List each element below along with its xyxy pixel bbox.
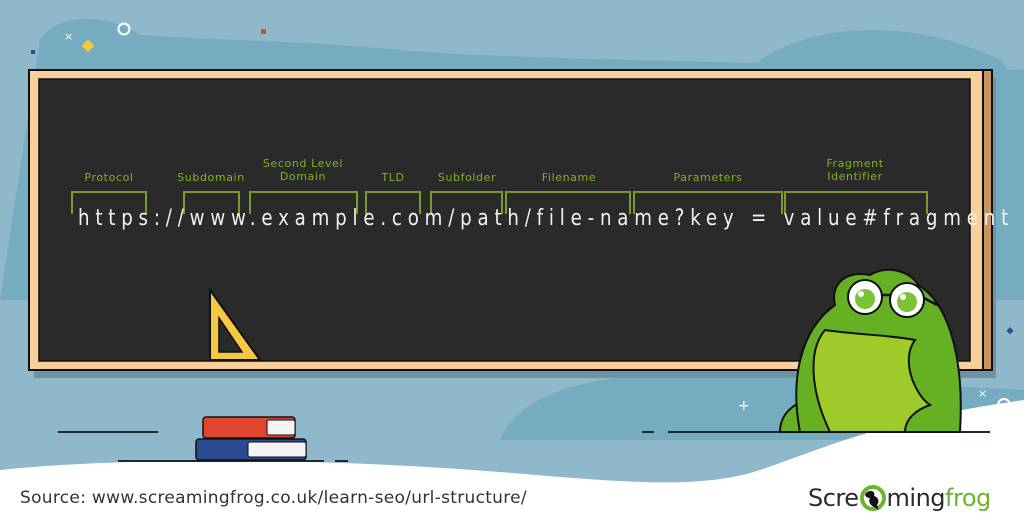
- deco-x-icon: ×: [978, 387, 987, 400]
- screaming-frog-logo: Scre ming frog: [808, 484, 991, 512]
- label-parameters: Parameters: [673, 171, 743, 184]
- label-subdomain: Subdomain: [177, 171, 245, 184]
- deco-square-blue: [31, 50, 35, 54]
- label-subfolder: Subfolder: [437, 171, 497, 184]
- logo-text-right: frog: [945, 484, 991, 512]
- label-fragment-identifier: Fragment Identifier: [826, 157, 884, 183]
- example-url: https://www.example.com/path/file-name?k…: [78, 206, 1015, 231]
- logo-text-mid: ming: [886, 484, 946, 512]
- label-protocol: Protocol: [84, 171, 134, 184]
- label-filename: Filename: [541, 171, 597, 184]
- label-second-level-domain: Second Level Domain: [262, 157, 344, 183]
- deco-x-icon: ×: [64, 30, 73, 43]
- deco-square-red: [261, 29, 266, 34]
- scene-background: × × +: [0, 18, 1024, 529]
- source-caption: Source: www.screamingfrog.co.uk/learn-se…: [20, 488, 527, 508]
- frog-logo-icon: [859, 485, 886, 511]
- deco-diamond-blue: [1006, 327, 1014, 335]
- deco-plus-icon: +: [738, 398, 750, 414]
- logo-text-left: Scre: [808, 484, 859, 512]
- label-tld: TLD: [381, 171, 405, 184]
- books-icon: [195, 416, 307, 461]
